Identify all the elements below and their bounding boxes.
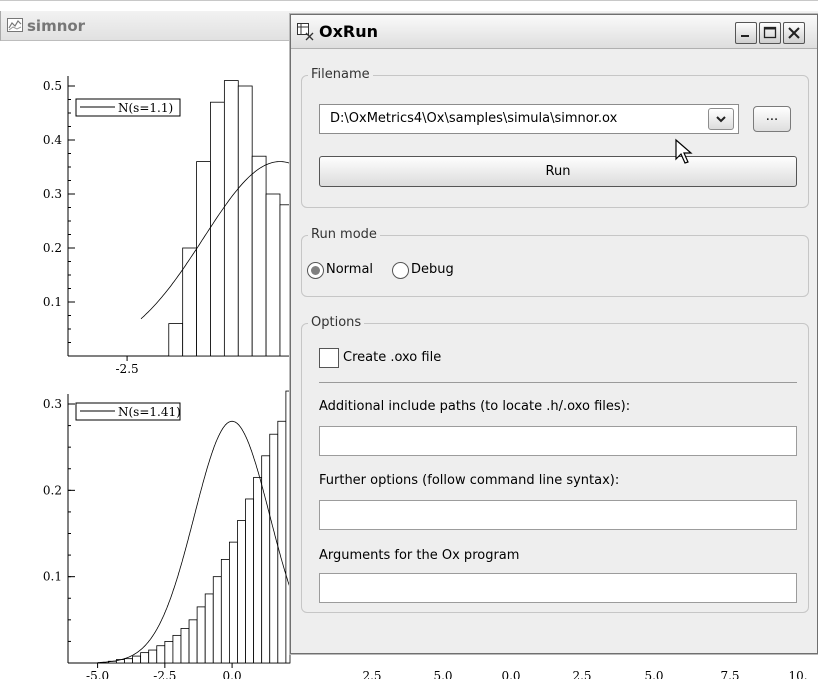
dialog-titlebar[interactable]: OxRun [291,15,817,49]
y-tick-label: 0.3 [43,187,62,201]
maximize-icon [763,26,777,39]
include-paths-input[interactable] [319,426,797,456]
histogram-bar [237,85,253,357]
arguments-label: Arguments for the Ox program [319,548,520,563]
histogram-bar [223,80,239,357]
histogram-bar [124,658,133,664]
y-tick-label: 0.4 [43,133,62,147]
x-tick-label: 0.0 [501,669,520,679]
histogram-bar [228,541,238,664]
histogram-bar [180,628,190,664]
arguments-input[interactable] [319,573,797,603]
histogram-bar [132,655,142,664]
browse-button[interactable]: ... [753,106,791,132]
y-tick-label: 0.2 [43,483,62,497]
histogram-bar [196,606,206,664]
histogram-bar [196,161,211,357]
mouse-pointer-icon [675,138,693,164]
histogram-bar [164,641,174,664]
histogram-bar [269,433,279,664]
histogram-bar [245,498,255,664]
line-chart-icon [7,18,23,36]
y-tick-label: 0.2 [43,241,62,255]
y-tick-label: 0.5 [43,79,62,93]
y-tick-label: 0.1 [43,570,62,584]
oxrun-dialog[interactable]: OxRun Filename D:\OxMetrics4\Ox\samples\… [290,14,818,654]
legend-label: N(s=1.41) [118,405,181,419]
x-tick-label: 2.5 [362,669,381,679]
histogram-bar [182,247,197,357]
x-tick-label: -2.5 [116,362,139,376]
further-options-input[interactable] [319,500,797,530]
histogram-bar [188,619,198,664]
filename-value: D:\OxMetrics4\Ox\samples\simula\simnor.o… [330,111,618,126]
x-tick-label: 7.5 [720,669,739,679]
radio-normal-label: Normal [326,262,374,277]
x-tick-label: 0.0 [223,669,242,679]
close-button[interactable] [783,22,805,44]
histogram-bar [148,649,158,664]
include-paths-label: Additional include paths (to locate .h/.… [319,399,631,414]
graph-window-title: simnor [27,17,86,35]
chevron-down-icon [716,116,726,123]
maximize-button[interactable] [759,22,781,44]
options-divider [319,382,797,383]
radio-normal[interactable] [307,262,324,279]
x-tick-label: 5.0 [433,669,452,679]
radio-debug[interactable] [392,262,409,279]
filename-group-label: Filename [308,67,373,82]
filename-group: Filename D:\OxMetrics4\Ox\samples\simula… [301,67,809,208]
histogram-bar [210,101,225,357]
histogram-bar [251,155,267,357]
options-group-label: Options [308,315,365,330]
x-tick-label: -2.5 [153,669,176,679]
run-button[interactable]: Run [319,156,797,187]
x-tick-label: 10. [788,669,807,679]
histogram-bar [253,476,263,664]
histogram-bar [265,193,281,357]
histogram-bar [212,576,222,664]
histogram-bar [172,634,182,664]
combo-dropdown-button[interactable] [708,108,734,130]
x-tick-label: 5.0 [644,669,663,679]
radio-selected-dot [311,266,320,275]
further-options-label: Further options (follow command line syn… [319,473,620,488]
create-oxo-label: Create .oxo file [343,350,442,365]
histogram-bar [156,645,166,664]
dialog-title: OxRun [319,22,379,41]
radio-debug-label: Debug [411,262,454,277]
x-tick-label: 2.5 [572,669,591,679]
legend-label: N(s=1.1) [118,101,173,115]
histogram-bar [279,204,291,357]
minimize-button[interactable] [735,22,757,44]
histogram-bar [204,593,214,664]
histogram-bar [261,455,271,664]
x-tick-label: -5.0 [86,669,109,679]
histogram-bar [277,420,287,664]
filename-combobox[interactable]: D:\OxMetrics4\Ox\samples\simula\simnor.o… [319,104,739,134]
y-tick-label: 0.1 [43,295,62,309]
histogram-bar [168,323,184,357]
minimize-icon [741,35,749,37]
app-window-icon [297,23,315,45]
options-group: Options Create .oxo file Additional incl… [301,315,809,613]
close-icon [788,27,800,39]
histogram-bar [237,520,246,664]
histogram-bar [220,559,230,664]
run-mode-group: Run mode Normal Debug [301,227,809,297]
run-mode-group-label: Run mode [308,227,380,242]
histogram-bar [140,652,150,664]
create-oxo-checkbox[interactable] [319,348,339,368]
y-tick-label: 0.3 [43,397,62,411]
